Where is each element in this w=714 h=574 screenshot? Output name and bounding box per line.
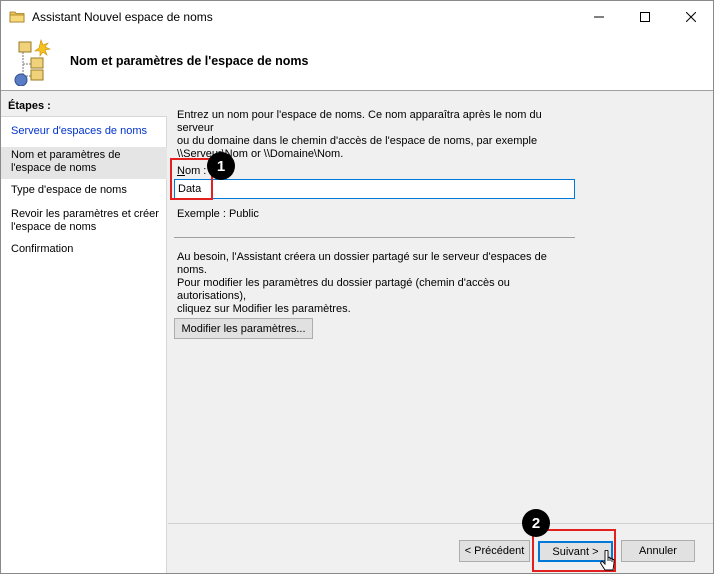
mouse-cursor-icon: [600, 550, 615, 571]
intro-text: Entrez un nom pour l'espace de noms. Ce …: [177, 109, 577, 161]
step-badge-2: 2: [522, 509, 550, 537]
window-title: Assistant Nouvel espace de noms: [32, 10, 213, 24]
namespace-name-input[interactable]: [174, 179, 575, 199]
separator: [174, 237, 575, 238]
folder-tree-icon: [9, 11, 25, 23]
intro-line: ou du domaine dans le chemin d'accès de …: [177, 135, 538, 147]
close-button[interactable]: [668, 1, 714, 32]
step-name-and-settings[interactable]: Nom et paramètres de l'espace de noms: [1, 147, 167, 179]
help-line: cliquez sur Modifier les paramètres.: [177, 303, 351, 315]
wizard-window: Assistant Nouvel espace de noms Nom et p…: [0, 0, 714, 574]
step-confirmation: Confirmation: [11, 243, 74, 255]
step-namespace-server[interactable]: Serveur d'espaces de noms: [1, 125, 167, 138]
help-line: Au besoin, l'Assistant créera un dossier…: [177, 251, 547, 276]
page-title: Nom et paramètres de l'espace de noms: [70, 54, 309, 68]
minimize-icon: [594, 16, 604, 17]
namespace-wizard-icon: [14, 39, 52, 86]
help-line: Pour modifier les paramètres du dossier …: [177, 277, 510, 302]
step-review-settings: Revoir les paramètres et créer l'espace …: [11, 208, 159, 233]
maximize-icon: [640, 11, 650, 22]
intro-line: \\Serveur\Nom or \\Domaine\Nom.: [177, 148, 344, 160]
steps-panel: Étapes : Serveur d'espaces de noms Nom e…: [1, 92, 167, 573]
wizard-header: Nom et paramètres de l'espace de noms: [1, 32, 713, 91]
example-text: Exemple : Public: [177, 208, 259, 220]
title-bar[interactable]: Assistant Nouvel espace de noms: [1, 1, 713, 32]
step-namespace-type: Type d'espace de noms: [11, 184, 127, 196]
intro-line: Entrez un nom pour l'espace de noms. Ce …: [177, 109, 542, 134]
close-icon: [686, 11, 696, 22]
footer-separator: [168, 523, 713, 524]
help-text: Au besoin, l'Assistant créera un dossier…: [177, 251, 577, 316]
maximize-button[interactable]: [622, 1, 668, 32]
step-badge-1: 1: [207, 152, 235, 180]
minimize-button[interactable]: [576, 1, 622, 32]
modify-settings-button[interactable]: Modifier les paramètres...: [174, 318, 313, 339]
steps-heading: Étapes :: [1, 92, 167, 117]
cancel-button[interactable]: Annuler: [621, 540, 695, 562]
previous-button[interactable]: < Précédent: [459, 540, 530, 562]
main-content: Entrez un nom pour l'espace de noms. Ce …: [168, 92, 713, 523]
